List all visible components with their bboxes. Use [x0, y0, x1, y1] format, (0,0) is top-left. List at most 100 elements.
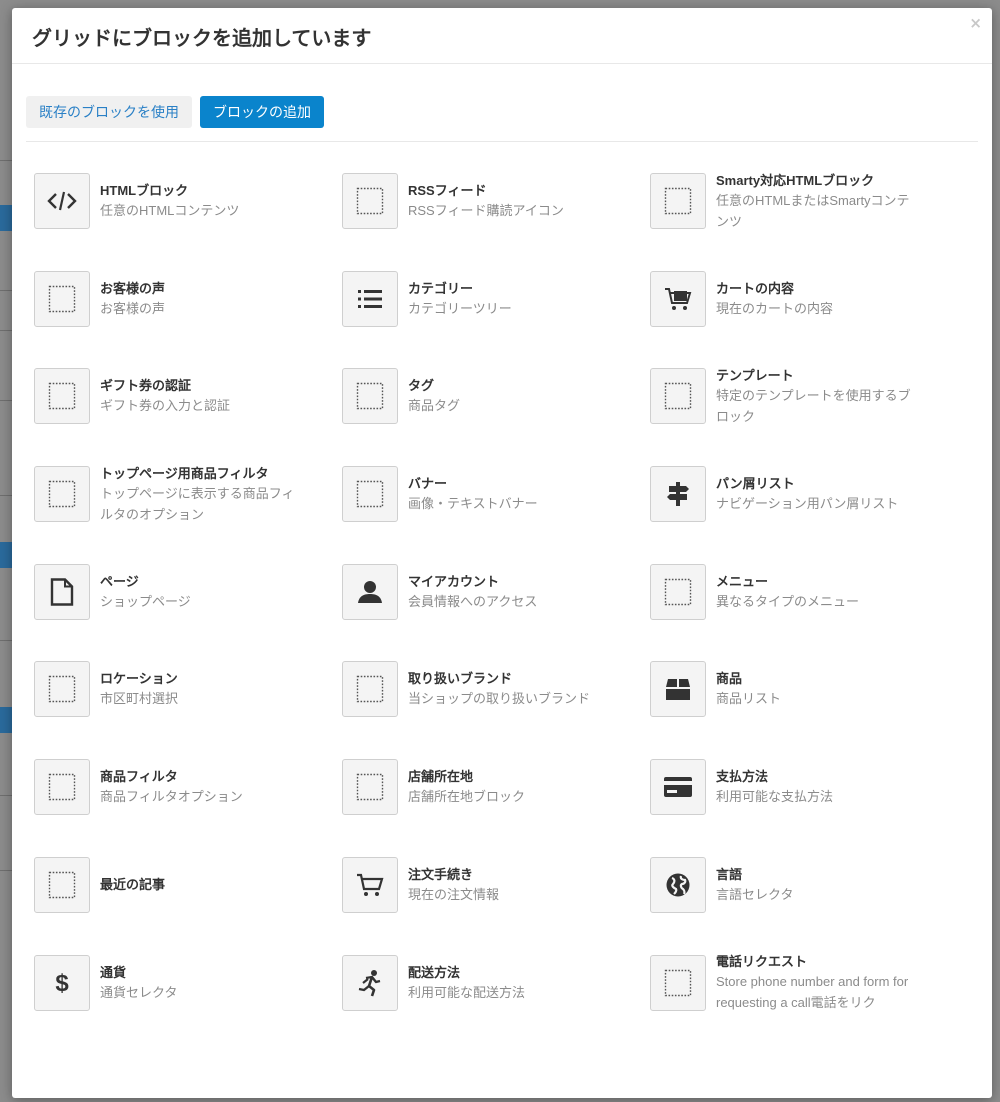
cart-icon: [342, 856, 398, 913]
block-description: 商品リスト: [716, 691, 782, 707]
placeholder-icon: [34, 661, 90, 718]
block-item[interactable]: 最近の記事: [34, 856, 342, 913]
block-item[interactable]: 店舗所在地 店舗所在地ブロック: [342, 759, 650, 816]
block-item[interactable]: RSSフィード RSSフィード購読アイコン: [342, 173, 650, 229]
block-description: カテゴリーツリー: [408, 300, 512, 316]
block-text: マイアカウント 会員情報へのアクセス: [408, 572, 608, 612]
block-name: 取り扱いブランド: [408, 671, 513, 687]
block-item[interactable]: HTMLブロック 任意のHTMLコンテンツ: [34, 173, 342, 229]
block-item[interactable]: タグ 商品タグ: [342, 368, 650, 425]
block-item[interactable]: テンプレート特定のテンプレートを使用するブロック: [650, 366, 954, 427]
block-item[interactable]: ロケーション 市区町村選択: [34, 661, 342, 718]
block-name: 電話リクエスト: [716, 954, 808, 969]
user-icon: [342, 563, 398, 620]
background-strip: [0, 707, 12, 733]
block-item[interactable]: 言語 言語セレクタ: [650, 856, 954, 913]
block-description: 画像・テキストバナー: [408, 496, 538, 512]
block-text: メニュー異なるタイプのメニュー: [716, 572, 916, 612]
background-divider: [0, 330, 12, 331]
block-text: 取り扱いブランド 当ショップの取り扱いブランド: [408, 669, 608, 709]
block-text: 店舗所在地 店舗所在地ブロック: [408, 767, 608, 807]
block-item[interactable]: 商品フィルタ 商品フィルタオプション: [34, 759, 342, 816]
placeholder-icon: [34, 368, 90, 425]
box-icon: [650, 661, 706, 718]
block-text: バナー 画像・テキストバナー: [408, 474, 608, 514]
block-name: 支払方法: [716, 769, 769, 785]
block-item[interactable]: バナー 画像・テキストバナー: [342, 466, 650, 523]
block-item[interactable]: ギフト券の認証 ギフト券の入力と認証: [34, 368, 342, 425]
block-item[interactable]: 取り扱いブランド 当ショップの取り扱いブランド: [342, 661, 650, 718]
block-name: メニュー: [716, 573, 769, 589]
placeholder-icon: [650, 368, 706, 425]
block-text: タグ 商品タグ: [408, 376, 608, 416]
placeholder-icon: [342, 759, 398, 816]
signpost-icon: [650, 466, 706, 523]
block-item[interactable]: カートの内容 現在のカートの内容: [650, 270, 954, 327]
block-item[interactable]: 配送方法 利用可能な配送方法: [342, 954, 650, 1011]
placeholder-icon: [650, 954, 706, 1011]
block-description: 通貨セレクタ: [100, 984, 178, 1000]
block-item[interactable]: マイアカウント 会員情報へのアクセス: [342, 563, 650, 620]
background-strip: [0, 542, 12, 568]
block-description: 任意のHTMLまたはSmartyコンテンツ: [716, 192, 910, 229]
background-divider: [0, 290, 12, 291]
close-icon[interactable]: ×: [969, 16, 982, 31]
block-item[interactable]: $ 通貨 通貨セレクタ: [34, 954, 342, 1011]
background-divider: [0, 400, 12, 401]
block-text: 商品フィルタ 商品フィルタオプション: [100, 767, 300, 807]
cart-full-icon: [650, 270, 706, 327]
block-text: 最近の記事: [100, 875, 300, 894]
block-name: カートの内容: [716, 280, 795, 296]
block-item[interactable]: ページ ショップページ: [34, 563, 342, 620]
block-name: マイアカウント: [408, 573, 500, 589]
block-text: テンプレート特定のテンプレートを使用するブロック: [716, 366, 916, 427]
block-description: 任意のHTMLコンテンツ: [100, 203, 240, 218]
block-item[interactable]: 商品 商品リスト: [650, 661, 954, 718]
background-divider: [0, 160, 12, 161]
block-name: 商品: [716, 671, 743, 687]
block-name: ロケーション: [100, 671, 178, 687]
background-divider: [0, 870, 12, 871]
block-name: テンプレート: [716, 367, 794, 383]
block-text: カートの内容 現在のカートの内容: [716, 279, 916, 319]
block-description: RSSフィード購読アイコン: [408, 203, 564, 218]
block-item[interactable]: Smarty対応HTMLブロック 任意のHTMLまたはSmartyコンテンツ: [650, 173, 954, 229]
block-item[interactable]: パン屑リストナビゲーション用パン屑リスト: [650, 466, 954, 523]
block-description: 異なるタイプのメニュー: [716, 593, 860, 609]
tab-use-existing-block[interactable]: 既存のブロックを使用: [26, 96, 192, 128]
block-name: 配送方法: [408, 964, 461, 980]
block-text: 商品 商品リスト: [716, 669, 916, 709]
modal-title: グリッドにブロックを追加しています: [32, 26, 372, 50]
block-description: 商品フィルタオプション: [100, 789, 243, 805]
block-text: 通貨 通貨セレクタ: [100, 963, 300, 1003]
placeholder-icon: [34, 270, 90, 327]
block-text: パン屑リストナビゲーション用パン屑リスト: [716, 474, 916, 514]
block-item[interactable]: トップページ用商品フィルタ トップページに表示する商品フィルタのオプション: [34, 465, 342, 523]
block-item[interactable]: 注文手続き 現在の注文情報: [342, 856, 650, 913]
block-description: 特定のテンプレートを使用するブロック: [716, 387, 911, 424]
placeholder-icon: [342, 368, 398, 425]
page-icon: [34, 563, 90, 620]
block-name: 通貨: [100, 964, 127, 980]
background-divider: [0, 640, 12, 641]
block-name: パン屑リスト: [716, 476, 795, 492]
block-item[interactable]: お客様の声 お客様の声: [34, 270, 342, 327]
background-divider: [0, 795, 12, 796]
placeholder-icon: [342, 173, 398, 229]
block-description: 利用可能な支払方法: [716, 789, 834, 805]
block-description: ナビゲーション用パン屑リスト: [716, 496, 899, 512]
block-text: お客様の声 お客様の声: [100, 279, 300, 319]
block-name: トップページ用商品フィルタ: [100, 465, 269, 481]
add-block-modal: グリッドにブロックを追加しています × 既存のブロックを使用 ブロックの追加 H…: [12, 8, 992, 1098]
list-icon: [342, 270, 398, 327]
block-item[interactable]: 電話リクエスト Store phone number and form for r…: [650, 954, 954, 1011]
placeholder-icon: [650, 563, 706, 620]
block-name: お客様の声: [100, 280, 166, 296]
modal-header: グリッドにブロックを追加しています ×: [12, 8, 992, 64]
block-description: 市区町村選択: [100, 691, 179, 707]
block-item[interactable]: カテゴリー カテゴリーツリー: [342, 270, 650, 327]
tab-add-block[interactable]: ブロックの追加: [200, 96, 324, 128]
placeholder-icon: [34, 856, 90, 913]
block-item[interactable]: メニュー異なるタイプのメニュー: [650, 563, 954, 620]
block-item[interactable]: 支払方法利用可能な支払方法: [650, 759, 954, 816]
